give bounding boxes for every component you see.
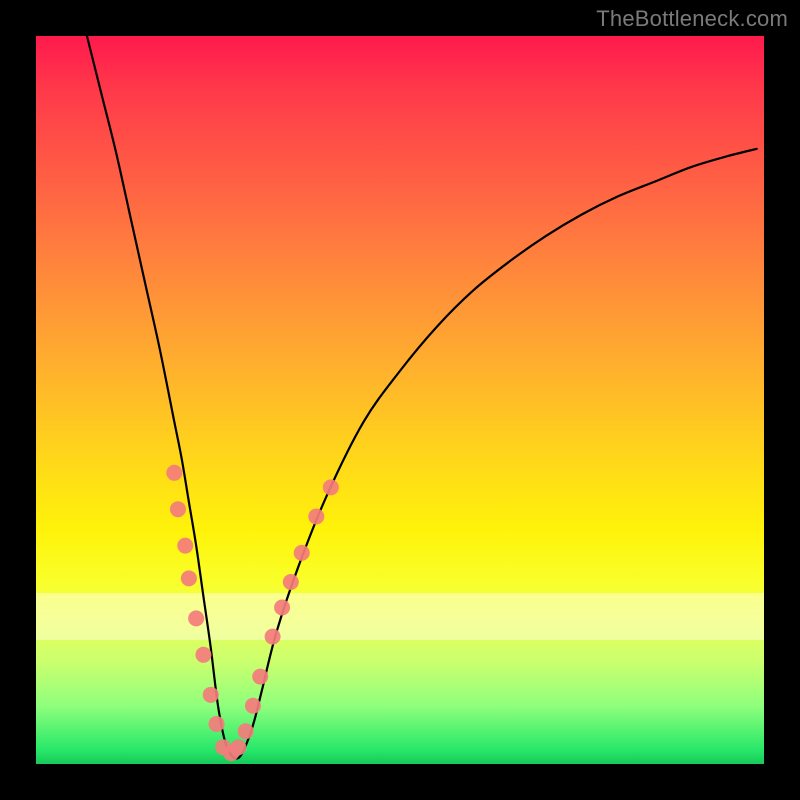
marker-dot [195,647,211,663]
marker-dot [230,739,246,755]
pale-band [36,593,764,640]
bottleneck-curve [87,36,757,759]
marker-dot [166,465,182,481]
marker-dot [308,508,324,524]
chart-frame: TheBottleneck.com [0,0,800,800]
marker-dot [181,570,197,586]
watermark-text: TheBottleneck.com [596,6,788,32]
marker-dot [177,538,193,554]
marker-dot [215,739,231,755]
marker-dot [252,669,268,685]
marker-dot [203,687,219,703]
marker-dot [265,629,281,645]
marker-dot [323,479,339,495]
curve-layer [87,36,757,759]
marker-dot [238,723,254,739]
marker-layer [166,465,339,761]
marker-dot [245,698,261,714]
marker-dot [209,716,225,732]
chart-svg [36,36,764,764]
marker-dot [223,745,239,761]
marker-dot [274,599,290,615]
marker-dot [283,574,299,590]
plot-area [36,36,764,764]
marker-dot [188,610,204,626]
marker-dot [294,545,310,561]
marker-dot [170,501,186,517]
